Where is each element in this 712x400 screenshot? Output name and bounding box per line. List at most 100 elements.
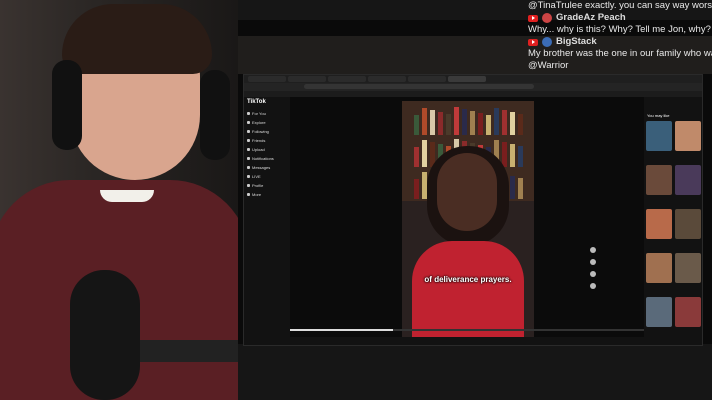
sidebar-item-label: Following [252,129,269,134]
nav-icon [247,148,250,151]
related-panel: You may like [644,97,702,345]
browser-tab[interactable] [288,76,326,82]
book [502,142,507,167]
book [438,112,443,135]
sidebar-item-label: Notifications [252,156,274,161]
book [510,176,515,199]
share-icon[interactable] [590,283,596,289]
nav-icon [247,184,250,187]
book [454,107,459,135]
sidebar-item-label: Friends [252,138,266,143]
sidebar-item-notifications[interactable]: Notifications [247,156,274,161]
related-video-thumbnail[interactable] [646,209,672,239]
avatar [542,37,552,47]
book [486,115,491,135]
book [446,114,451,135]
bookmark-icon[interactable] [590,271,596,277]
streamer-smile [100,190,154,202]
book [430,110,435,135]
browser-tab[interactable] [368,76,406,82]
book [502,110,507,135]
tab-bar [244,75,702,83]
sidebar-item-explore[interactable]: Explore [247,120,266,125]
nav-icon [247,166,250,169]
book [518,146,523,167]
sidebar-item-following[interactable]: Following [247,129,269,134]
chat-message: @TinaTrulee exactly. you can say way wor… [528,0,712,11]
sidebar-item-live[interactable]: LIVE [247,174,261,179]
headphone-right [200,70,230,160]
sidebar-item-label: More [252,192,262,197]
chat-overlay: @TinaTrulee exactly. you can say way wor… [528,0,712,80]
sidebar-item-label: For You [252,111,266,116]
related-video-thumbnail[interactable] [646,121,672,151]
chat-message: Why... why is this? Why? Tell me Jon, wh… [528,24,711,35]
sidebar-item-messages[interactable]: Messages [247,165,270,170]
speaker-face [437,153,497,231]
streamer-hair [62,4,212,74]
speaker-shirt [412,241,524,337]
url-field[interactable] [304,84,534,89]
sidebar-item-upload[interactable]: Upload [247,147,265,152]
sidebar-item-label: Upload [252,147,265,152]
related-video-thumbnail[interactable] [675,253,701,283]
chat-username: BigStack [528,36,712,48]
book [414,179,419,199]
book [414,147,419,167]
book [470,111,475,135]
sidebar-item-label: LIVE [252,174,261,179]
youtube-icon [528,38,538,46]
tiktok-logo[interactable]: TikTok [247,99,266,105]
book [510,144,515,167]
chat-user-name: GradeAz Peach [556,12,626,23]
sidebar-item-label: Messages [252,165,271,170]
video-player[interactable]: of deliverance prayers. [290,97,644,337]
tiktok-sidebar: TikTok For You Explore Following Friends Upl… [244,97,289,345]
chat-username: GradeAz Peach [528,12,712,24]
book [478,113,483,135]
video-frame[interactable] [402,101,534,337]
nav-icon [247,130,250,133]
browser-tab[interactable] [248,76,286,82]
related-video-thumbnail[interactable] [675,209,701,239]
video-progress-bar[interactable] [290,329,644,331]
sidebar-item-more[interactable]: More [247,192,261,197]
related-video-thumbnail[interactable] [675,121,701,151]
book [510,112,515,135]
browser-tab-active[interactable] [448,76,486,82]
book [422,108,427,135]
sidebar-item-friends[interactable]: Friends [247,138,265,143]
address-bar [244,83,702,91]
browser-window: TikTok For You Explore Following Friends Upl… [243,74,703,346]
related-video-thumbnail[interactable] [646,165,672,195]
nav-icon [247,112,250,115]
nav-icon [247,193,250,196]
related-video-thumbnail[interactable] [646,253,672,283]
book [518,178,523,199]
headphone-left [52,60,82,150]
avatar [542,13,552,23]
sidebar-item-label: Profile [252,183,264,188]
progress-fill [290,329,393,331]
nav-icon [247,157,250,160]
book [422,140,427,167]
chat-user-name: BigStack [556,36,597,47]
like-icon[interactable] [590,247,596,253]
sidebar-item-for-you[interactable]: For You [247,111,266,116]
sidebar-item-profile[interactable]: Profile [247,183,263,188]
nav-icon [247,175,250,178]
video-caption: of deliverance prayers. [424,275,512,284]
youtube-icon [528,14,538,22]
browser-tab[interactable] [408,76,446,82]
microphone [70,270,140,400]
related-video-thumbnail[interactable] [675,165,701,195]
webcam-feed [0,0,238,400]
browser-tab[interactable] [328,76,366,82]
comment-icon[interactable] [590,259,596,265]
related-video-thumbnail[interactable] [646,297,672,327]
book [494,108,499,135]
chat-message: @Warrior [528,60,569,71]
related-video-thumbnail[interactable] [675,297,701,327]
book [462,109,467,135]
nav-icon [247,121,250,124]
